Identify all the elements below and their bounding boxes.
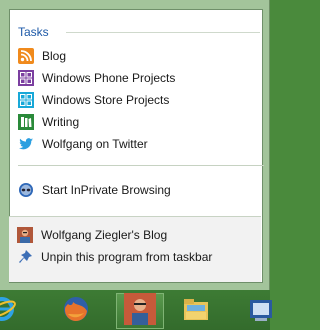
windows-store-icon <box>18 92 34 108</box>
task-writing[interactable]: Writing <box>18 112 254 132</box>
taskbar-app[interactable] <box>236 293 284 329</box>
open-wolfgang-ziegler-blog[interactable]: Wolfgang Ziegler's Blog <box>17 225 253 245</box>
windows-phone-icon <box>18 70 34 86</box>
task-label: Windows Store Projects <box>42 93 170 107</box>
divider <box>18 165 264 166</box>
tasks-header: Tasks <box>18 24 260 40</box>
start-inprivate-browsing[interactable]: Start InPrivate Browsing <box>18 180 254 200</box>
task-label: Windows Phone Projects <box>42 71 176 85</box>
app-icon <box>245 294 275 329</box>
task-label: Writing <box>42 115 80 129</box>
inprivate-label: Start InPrivate Browsing <box>42 183 171 197</box>
blog-link-label: Wolfgang Ziegler's Blog <box>41 228 168 242</box>
writing-icon <box>18 114 34 130</box>
unpin-icon <box>17 249 33 265</box>
twitter-icon <box>18 136 34 152</box>
taskbar <box>0 290 272 330</box>
jumplist-bottom: Wolfgang Ziegler's Blog Unpin this progr… <box>9 216 261 282</box>
inprivate-icon <box>18 182 34 198</box>
pinned-site-icon <box>124 292 156 330</box>
header-divider <box>66 32 260 33</box>
jumplist-frame: Tasks Blog Windows Phone Projects Window… <box>0 0 270 290</box>
task-windows-phone-projects[interactable]: Windows Phone Projects <box>18 68 254 88</box>
taskbar-internet-explorer[interactable] <box>0 293 26 329</box>
taskbar-file-explorer[interactable] <box>172 293 220 329</box>
taskbar-firefox[interactable] <box>52 293 100 329</box>
task-windows-store-projects[interactable]: Windows Store Projects <box>18 90 254 110</box>
task-label: Blog <box>42 49 67 63</box>
taskbar-pinned-site[interactable] <box>116 292 164 330</box>
file-explorer-icon <box>181 294 211 329</box>
rss-icon <box>18 48 34 64</box>
tasks-header-label: Tasks <box>18 25 49 39</box>
internet-explorer-icon <box>0 294 17 329</box>
task-blog[interactable]: Blog <box>18 46 254 66</box>
firefox-icon <box>61 294 91 329</box>
task-wolfgang-on-twitter[interactable]: Wolfgang on Twitter <box>18 134 254 154</box>
avatar-icon <box>17 227 33 243</box>
unpin-label: Unpin this program from taskbar <box>41 250 213 264</box>
unpin-from-taskbar[interactable]: Unpin this program from taskbar <box>17 247 253 267</box>
task-label: Wolfgang on Twitter <box>42 137 148 151</box>
